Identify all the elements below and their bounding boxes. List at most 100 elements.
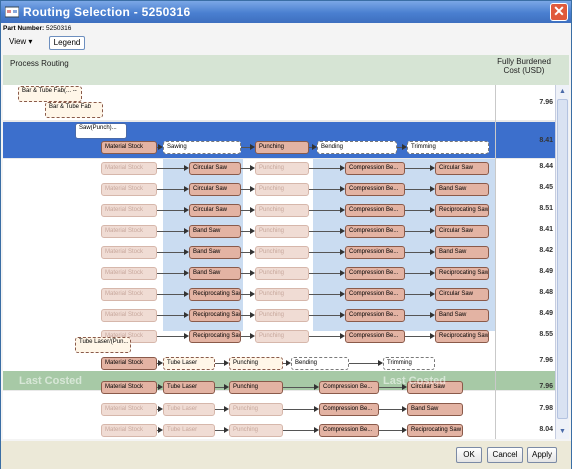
apply-button[interactable]: Apply [527,447,557,463]
step-punching[interactable]: Punching [255,141,309,154]
step-material-stock[interactable]: Material Stock [101,403,157,416]
vertical-scrollbar[interactable]: ▲ ▼ [555,85,569,439]
connector-arrow-icon [184,207,189,213]
step-punching[interactable]: Punching [229,403,283,416]
step-trimming-option[interactable]: Band Saw [435,183,489,196]
step-tube-laser[interactable]: Tube Laser [163,381,215,394]
step-trimming-option[interactable]: Circular Saw [435,162,489,175]
step-punching[interactable]: Punching [229,424,283,437]
step-bending-option[interactable]: Compression Be... [345,330,405,343]
step-bending-option[interactable]: Compression Be... [345,246,405,259]
step-punching[interactable]: Punching [255,288,309,301]
step-bending-option[interactable]: Compression Be... [319,403,379,416]
step-material-stock[interactable]: Material Stock [101,309,157,322]
step-bending-option[interactable]: Compression Be... [345,183,405,196]
scroll-thumb[interactable] [557,99,568,419]
step-punching[interactable]: Punching [255,162,309,175]
step-bending-option[interactable]: Compression Be... [345,204,405,217]
step-trimming-option[interactable]: Reciprocating Saw [435,330,489,343]
step-bending-option[interactable]: Compression Be... [319,424,379,437]
step-punching[interactable]: Punching [229,357,283,370]
tree-node-child[interactable]: Bar & Tube Fab [45,102,103,118]
connector-arrow-icon [430,165,435,171]
step-punching[interactable]: Punching [255,246,309,259]
step-material-stock[interactable]: Material Stock [101,424,157,437]
step-trimming-option[interactable]: Band Saw [407,403,463,416]
connector-arrow-icon [184,228,189,234]
step-bending-option[interactable]: Compression Be... [345,225,405,238]
connector-arrow-icon [402,427,407,433]
connector-line [157,273,185,274]
connector-line [309,273,341,274]
step-bending-option[interactable]: Compression Be... [345,288,405,301]
connector-arrow-icon [184,186,189,192]
step-bending-option[interactable]: Compression Be... [345,267,405,280]
step-punching[interactable]: Punching [255,225,309,238]
step-saw-option[interactable]: Circular Saw [189,162,241,175]
step-material-stock[interactable]: Material Stock [101,381,157,394]
cancel-button[interactable]: Cancel [487,447,523,463]
step-punching[interactable]: Punching [255,330,309,343]
step-trimming-option[interactable]: Band Saw [435,309,489,322]
cost-value: 8.44 [539,163,553,170]
connector-arrow-icon [184,249,189,255]
connector-arrow-icon [340,333,345,339]
step-saw-option[interactable]: Reciprocating Saw [189,330,241,343]
legend-button[interactable]: Legend [49,36,85,50]
tree-node-saw[interactable]: Saw(Punch)... [75,123,127,139]
step-punching[interactable]: Punching [255,309,309,322]
step-bending[interactable]: Bending [291,357,349,370]
step-bending-option[interactable]: Compression Be... [345,162,405,175]
connector-line [405,189,431,190]
step-tube-laser[interactable]: Tube Laser [163,357,215,370]
step-punching[interactable]: Punching [255,204,309,217]
step-material-stock[interactable]: Material Stock [101,225,157,238]
step-bending-option[interactable]: Compression Be... [319,381,379,394]
step-saw-option[interactable]: Circular Saw [189,183,241,196]
connector-arrow-icon [158,144,163,150]
view-menu[interactable]: View ▾ [9,37,32,46]
step-material-stock[interactable]: Material Stock [101,288,157,301]
tree-node-root[interactable]: Bar & Tube Fab(... -- [18,86,82,102]
step-sawing[interactable]: Sawing [163,141,241,154]
step-trimming-option[interactable]: Reciprocating Saw [407,424,463,437]
step-saw-option[interactable]: Reciprocating Saw [189,288,241,301]
scroll-up-icon[interactable]: ▲ [558,87,567,96]
step-material-stock[interactable]: Material Stock [101,357,157,370]
step-saw-option[interactable]: Band Saw [189,267,241,280]
step-saw-option[interactable]: Reciprocating Saw [189,309,241,322]
step-trimming-option[interactable]: Reciprocating Saw [435,267,489,280]
step-tube-laser[interactable]: Tube Laser [163,403,215,416]
step-material-stock[interactable]: Material Stock [101,141,157,154]
step-saw-option[interactable]: Circular Saw [189,204,241,217]
step-trimming-option[interactable]: Reciprocating Saw [435,204,489,217]
ok-button[interactable]: OK [456,447,482,463]
step-saw-option[interactable]: Band Saw [189,246,241,259]
step-trimming[interactable]: Trimming [383,357,435,370]
connector-line [157,336,185,337]
step-tube-laser[interactable]: Tube Laser [163,424,215,437]
step-trimming[interactable]: Trimming [407,141,489,154]
connector-arrow-icon [250,144,255,150]
step-material-stock[interactable]: Material Stock [101,183,157,196]
step-material-stock[interactable]: Material Stock [101,204,157,217]
close-button[interactable]: ✕ [550,3,568,21]
step-material-stock[interactable]: Material Stock [101,246,157,259]
step-trimming-option[interactable]: Circular Saw [435,288,489,301]
step-bending[interactable]: Bending [317,141,397,154]
connector-line [157,168,185,169]
step-material-stock[interactable]: Material Stock [101,162,157,175]
step-material-stock[interactable]: Material Stock [101,267,157,280]
step-bending-option[interactable]: Compression Be... [345,309,405,322]
connector-arrow-icon [314,427,319,433]
step-punching[interactable]: Punching [255,183,309,196]
step-punching[interactable]: Punching [255,267,309,280]
connector-line [405,336,431,337]
step-trimming-option[interactable]: Band Saw [435,246,489,259]
tree-node-tube-laser[interactable]: Tube Laser/(Pun... [75,337,131,353]
scroll-down-icon[interactable]: ▼ [558,427,567,436]
step-trimming-option[interactable]: Circular Saw [435,225,489,238]
step-punching[interactable]: Punching [229,381,283,394]
step-saw-option[interactable]: Band Saw [189,225,241,238]
connector-arrow-icon [224,406,229,412]
